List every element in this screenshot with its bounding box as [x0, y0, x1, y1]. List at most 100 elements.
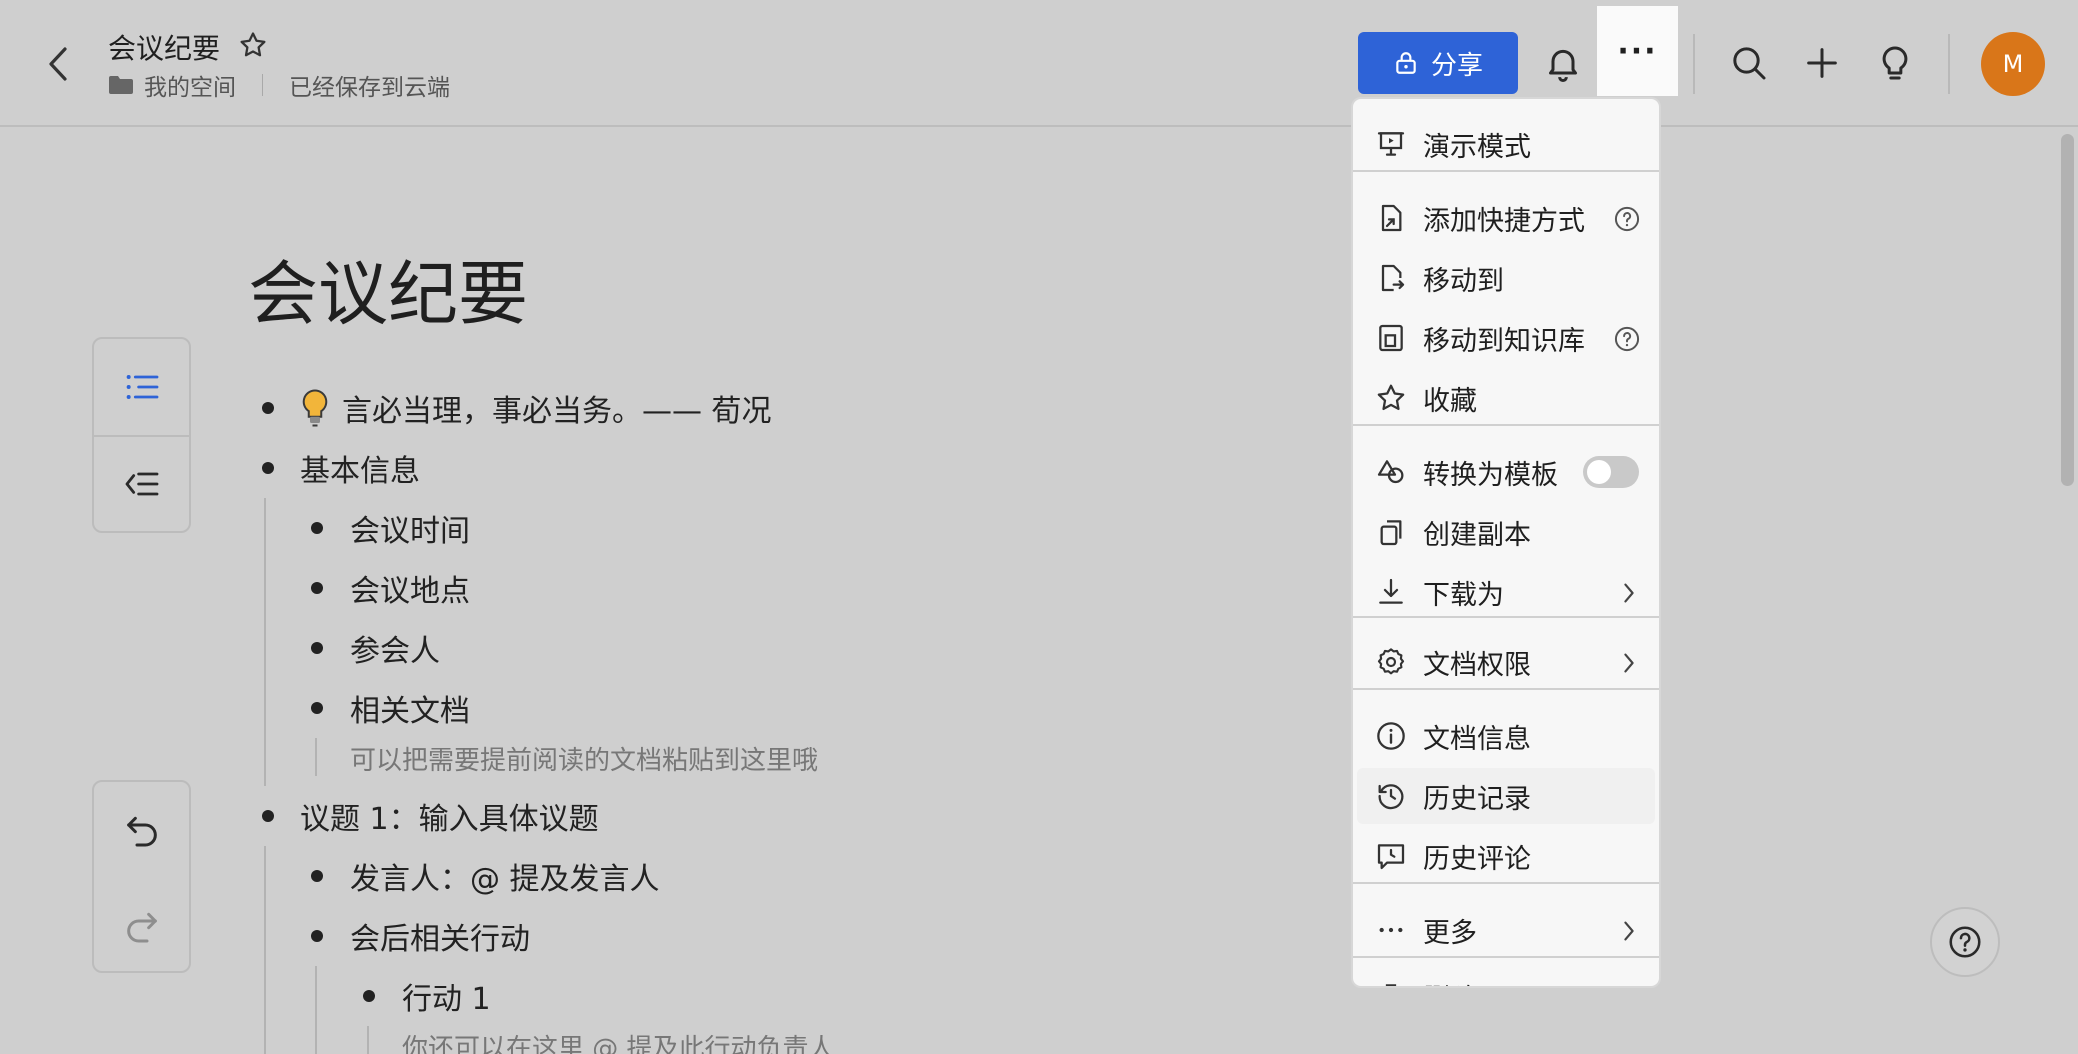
redo-button[interactable]	[94, 878, 189, 974]
menu-item-favorite[interactable]: 收藏	[1353, 370, 1659, 426]
scrollbar-thumb[interactable]	[2061, 134, 2074, 486]
outline-panel	[92, 337, 191, 533]
plus-icon	[1807, 48, 1837, 78]
star-icon	[1377, 384, 1405, 411]
bullet	[262, 810, 274, 822]
list-item[interactable]: 议题 1：输入具体议题	[300, 794, 599, 838]
favorite-button[interactable]	[238, 30, 270, 62]
menu-item-permissions[interactable]: 文档权限	[1353, 634, 1659, 690]
history-panel	[92, 780, 191, 973]
list-item[interactable]: 会议地点	[350, 566, 470, 610]
bullet	[262, 402, 274, 414]
menu-item-doc-info[interactable]: 文档信息	[1353, 708, 1659, 764]
outline-collapse-icon	[125, 472, 158, 496]
avatar[interactable]: M	[1981, 32, 2045, 96]
comment-history-icon	[1377, 844, 1405, 870]
collapse-outline-button[interactable]	[94, 435, 189, 531]
page-title[interactable]: 会议纪要	[248, 238, 528, 339]
indent-guide	[315, 738, 317, 776]
doc-title[interactable]: 会议纪要	[108, 27, 220, 67]
chevron-right-icon	[1624, 583, 1634, 603]
settings-icon	[1377, 648, 1405, 675]
list-item[interactable]: 发言人：@ 提及发言人	[350, 854, 660, 898]
menu-divider	[1353, 616, 1659, 618]
lightbulb-icon	[1882, 46, 1908, 80]
search-icon	[1733, 47, 1766, 80]
menu-item-duplicate[interactable]: 创建副本	[1353, 504, 1659, 560]
menu-item-move-to-wiki[interactable]: 移动到知识库	[1353, 310, 1659, 366]
knowledge-base-icon	[1379, 324, 1403, 352]
menu-divider	[1353, 170, 1659, 172]
undo-icon	[126, 816, 157, 847]
menu-item-history[interactable]: 历史记录	[1357, 768, 1655, 824]
bullet	[311, 522, 323, 534]
create-button[interactable]	[1802, 43, 1842, 83]
placeholder-hint[interactable]: 你还可以在这里 @ 提及此行动负责人	[402, 1028, 835, 1054]
breadcrumb: 我的空间 已经保存到云端	[108, 68, 450, 102]
save-status: 已经保存到云端	[289, 75, 450, 101]
breadcrumb-separator	[262, 74, 263, 96]
search-button[interactable]	[1729, 43, 1769, 83]
more-button[interactable]: ···	[1597, 6, 1678, 96]
menu-divider	[1353, 956, 1659, 958]
help-icon	[1949, 926, 1981, 958]
menu-divider	[1353, 688, 1659, 690]
list-item[interactable]: 会后相关行动	[350, 914, 530, 958]
bullet	[363, 990, 375, 1002]
breadcrumb-space[interactable]: 我的空间	[144, 68, 236, 102]
help-icon[interactable]	[1613, 325, 1641, 353]
quote-text: 言必当理，事必当务。—— 荀况	[342, 394, 772, 429]
menu-item-presentation[interactable]: 演示模式	[1353, 116, 1659, 172]
download-icon	[1379, 578, 1403, 604]
placeholder-hint[interactable]: 可以把需要提前阅读的文档粘贴到这里哦	[350, 740, 818, 777]
history-icon	[1378, 784, 1404, 810]
copy-icon	[1380, 520, 1402, 546]
bullet	[311, 702, 323, 714]
undo-button[interactable]	[94, 782, 189, 878]
bullet	[311, 870, 323, 882]
indent-guide	[264, 498, 266, 786]
help-icon[interactable]	[1613, 205, 1641, 233]
chevron-right-icon	[1624, 921, 1634, 941]
top-bar: 会议纪要 我的空间 已经保存到云端 分享 ··· M	[0, 0, 2078, 127]
menu-item-convert-template[interactable]: 转换为模板	[1353, 444, 1659, 500]
template-icon	[1377, 460, 1404, 484]
notifications-button[interactable]	[1543, 43, 1583, 83]
menu-item-more[interactable]: 更多	[1353, 902, 1659, 958]
indent-guide	[264, 846, 266, 1054]
menu-divider	[1353, 882, 1659, 884]
trash-icon	[1385, 984, 1397, 986]
bell-icon	[1549, 49, 1577, 82]
menu-divider	[1353, 424, 1659, 426]
folder-icon	[109, 76, 133, 94]
more-menu: 演示模式 添加快捷方式 移动到 移动到知识库 收藏 转换为模板 创建副本 下载为…	[1351, 97, 1661, 988]
share-button[interactable]: 分享	[1358, 32, 1518, 94]
back-button[interactable]	[38, 40, 78, 88]
menu-item-add-shortcut[interactable]: 添加快捷方式	[1353, 190, 1659, 246]
template-toggle[interactable]	[1583, 456, 1639, 488]
menu-item-delete[interactable]: 删除	[1353, 968, 1659, 986]
outline-button[interactable]	[94, 339, 189, 435]
more-icon	[1379, 927, 1403, 933]
share-label: 分享	[1430, 50, 1483, 81]
bullet	[311, 582, 323, 594]
menu-item-download-as[interactable]: 下载为	[1353, 564, 1659, 620]
indent-guide	[367, 1026, 369, 1054]
menu-item-comment-history[interactable]: 历史评论	[1353, 828, 1659, 884]
ideas-button[interactable]	[1875, 43, 1915, 83]
list-item[interactable]: 基本信息	[300, 446, 420, 490]
list-item[interactable]: 参会人	[350, 626, 440, 670]
lightbulb-icon	[302, 389, 328, 427]
list-item[interactable]: 会议时间	[350, 506, 470, 550]
star-icon	[240, 32, 266, 57]
menu-item-move-to[interactable]: 移动到	[1353, 250, 1659, 306]
lock-icon	[1396, 52, 1416, 74]
list-item[interactable]: 行动 1	[402, 974, 491, 1018]
help-button[interactable]	[1930, 907, 2000, 977]
redo-icon	[126, 912, 157, 943]
bullet	[311, 930, 323, 942]
indent-guide	[315, 966, 317, 1054]
bullet	[262, 462, 274, 474]
list-item[interactable]: 言必当理，事必当务。—— 荀况	[300, 386, 772, 430]
list-item[interactable]: 相关文档	[350, 686, 470, 730]
